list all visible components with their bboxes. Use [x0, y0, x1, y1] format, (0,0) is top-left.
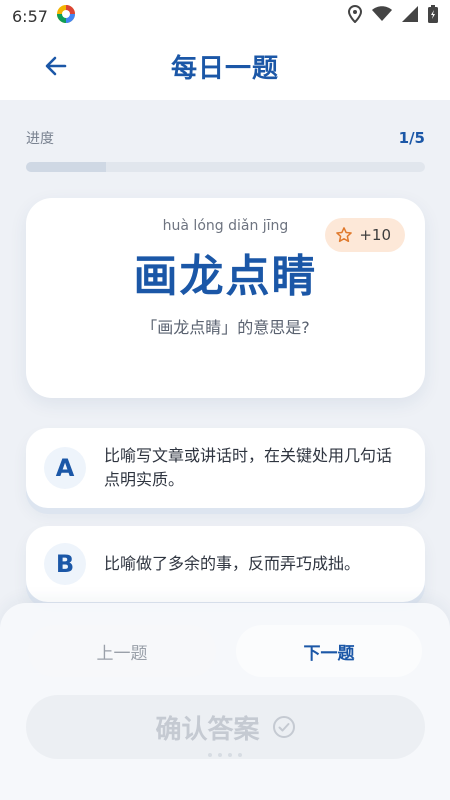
points-badge: +10 [325, 218, 405, 252]
next-question-button[interactable]: 下一题 [236, 625, 422, 677]
option-letter: B [44, 543, 86, 585]
app-notification-icon [56, 4, 76, 28]
question-card: huà lóng diǎn jīng 画龙点睛 「画龙点睛」的意思是? +10 [26, 198, 425, 398]
back-button[interactable] [42, 52, 70, 80]
location-icon [347, 4, 363, 27]
star-icon [336, 227, 353, 243]
status-bar: 6:57 [0, 0, 450, 32]
signal-icon [402, 6, 418, 26]
progress-count: 1/5 [398, 129, 425, 147]
option-a[interactable]: A 比喻写文章或讲话时，在关键处用几句话点明实质。 [26, 428, 425, 508]
confirm-label: 确认答案 [155, 714, 260, 745]
points-value: +10 [359, 226, 391, 244]
page-indicator [0, 753, 450, 757]
option-text: 比喻写文章或讲话时，在关键处用几句话点明实质。 [104, 446, 393, 489]
option-b[interactable]: B 比喻做了多余的事，反而弄巧成拙。 [26, 526, 425, 602]
confirm-answer-button[interactable]: 确认答案 [26, 695, 425, 759]
progress-section: 进度 1/5 [26, 128, 425, 172]
question-text: 「画龙点睛」的意思是? [141, 318, 310, 337]
battery-icon [428, 5, 438, 27]
status-time: 6:57 [12, 6, 48, 26]
bottom-action-panel: 上一题 下一题 确认答案 [0, 603, 450, 800]
prev-question-button[interactable]: 上一题 [28, 625, 216, 677]
indicator-dot [228, 753, 232, 757]
progress-bar [26, 162, 425, 172]
indicator-dot [208, 753, 212, 757]
arrow-left-icon [45, 56, 67, 76]
indicator-dot [238, 753, 242, 757]
option-text: 比喻做了多余的事，反而弄巧成拙。 [104, 554, 361, 573]
app-bar: 每日一题 [0, 32, 450, 100]
progress-fill [26, 162, 106, 172]
wifi-icon [372, 6, 392, 26]
progress-label: 进度 [26, 131, 54, 147]
check-circle-icon [272, 716, 295, 738]
page-title: 每日一题 [170, 53, 279, 84]
option-letter: A [44, 447, 86, 489]
indicator-dot [218, 753, 222, 757]
